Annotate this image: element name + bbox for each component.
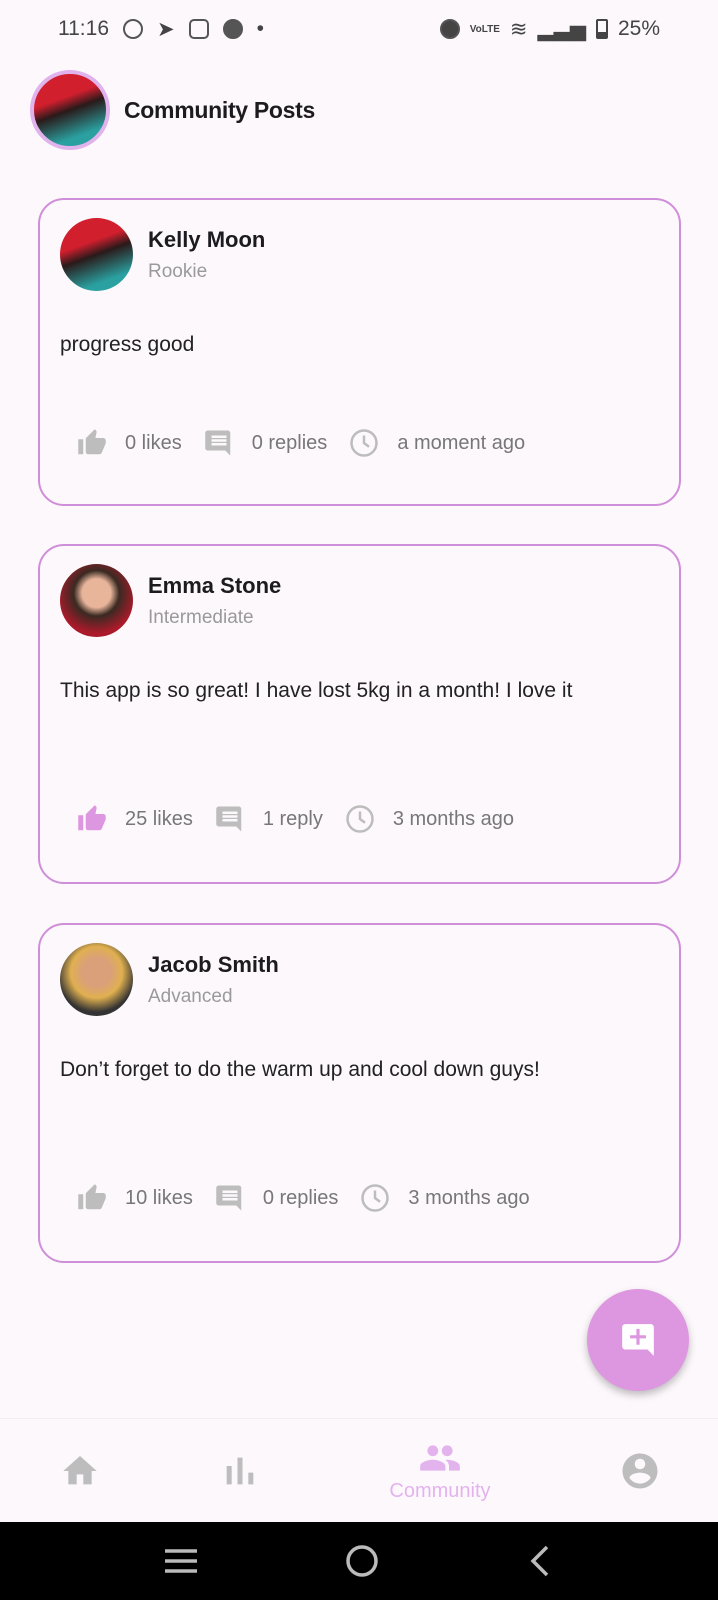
nav-community-label: Community <box>389 1479 491 1502</box>
volte-icon: VoLTE <box>469 23 500 35</box>
like-icon[interactable] <box>75 1183 109 1213</box>
post-card[interactable]: Jacob Smith Advanced Don’t forget to do t… <box>38 923 681 1263</box>
wifi-icon: ≋ <box>509 17 528 41</box>
clock-icon <box>343 804 377 834</box>
bar-chart-icon <box>226 1457 254 1485</box>
reply-count: 0 replies <box>262 1186 339 1209</box>
bottom-nav: Community <box>0 1418 718 1522</box>
author-name: Emma Stone <box>148 572 282 598</box>
dnd-icon <box>439 19 460 39</box>
author-name: Kelly Moon <box>148 226 266 252</box>
page-title: Community Posts <box>124 96 316 123</box>
post-card[interactable]: Kelly Moon Rookie progress good 0 likes 0… <box>38 198 681 506</box>
reply-count: 1 reply <box>262 807 323 830</box>
author-avatar[interactable] <box>60 943 133 1016</box>
facebook-icon <box>222 19 243 39</box>
battery-icon <box>595 19 608 39</box>
account-icon <box>622 1453 658 1489</box>
author-avatar[interactable] <box>60 218 133 291</box>
add-comment-icon <box>622 1324 654 1356</box>
reply-icon[interactable] <box>213 1183 247 1213</box>
recents-icon[interactable] <box>163 1546 199 1576</box>
like-count: 25 likes <box>125 807 193 830</box>
like-count: 0 likes <box>125 431 182 454</box>
nav-community[interactable]: Community <box>360 1419 520 1523</box>
home-system-icon[interactable] <box>344 1543 380 1579</box>
header: Community Posts <box>30 70 315 150</box>
post-text: This app is so great! I have lost 5kg in… <box>60 679 573 702</box>
system-nav-bar <box>0 1522 718 1600</box>
whatsapp-icon <box>123 19 143 39</box>
battery-percent: 25% <box>617 17 660 40</box>
clock-icon <box>358 1183 392 1213</box>
author-level: Rookie <box>148 260 208 282</box>
author-level: Intermediate <box>148 606 254 628</box>
new-post-button[interactable] <box>587 1289 689 1391</box>
post-text: Don’t forget to do the warm up and cool … <box>60 1058 540 1081</box>
post-text: progress good <box>60 333 195 356</box>
nav-stats[interactable] <box>200 1419 280 1523</box>
reply-icon[interactable] <box>213 804 247 834</box>
nav-profile-button[interactable] <box>600 1419 680 1523</box>
clock-icon <box>347 428 381 458</box>
home-icon <box>63 1456 97 1485</box>
post-card[interactable]: Emma Stone Intermediate This app is so gr… <box>38 544 681 884</box>
like-icon[interactable] <box>75 428 109 458</box>
like-count: 10 likes <box>125 1186 193 1209</box>
reply-count: 0 replies <box>251 431 328 454</box>
instagram-icon <box>188 19 209 39</box>
status-bar: 11:16 ➤ • VoLTE ≋ ▂▃▅ 25% <box>0 0 718 58</box>
nav-home[interactable] <box>40 1419 120 1523</box>
back-icon[interactable] <box>525 1543 555 1579</box>
author-name: Jacob Smith <box>148 951 279 977</box>
signal-icon: ▂▃▅ <box>537 17 586 41</box>
status-time: 11:16 <box>58 17 109 40</box>
community-icon <box>420 1444 460 1471</box>
post-time: 3 months ago <box>392 807 515 830</box>
like-icon-active[interactable] <box>75 804 109 834</box>
user-avatar[interactable] <box>30 70 110 150</box>
reply-icon[interactable] <box>202 428 236 458</box>
telegram-icon: ➤ <box>157 17 175 41</box>
post-time: 3 months ago <box>408 1186 530 1209</box>
author-avatar[interactable] <box>60 564 133 637</box>
author-level: Advanced <box>148 985 233 1007</box>
post-time: a moment ago <box>397 431 526 454</box>
dot-icon: • <box>256 17 264 40</box>
